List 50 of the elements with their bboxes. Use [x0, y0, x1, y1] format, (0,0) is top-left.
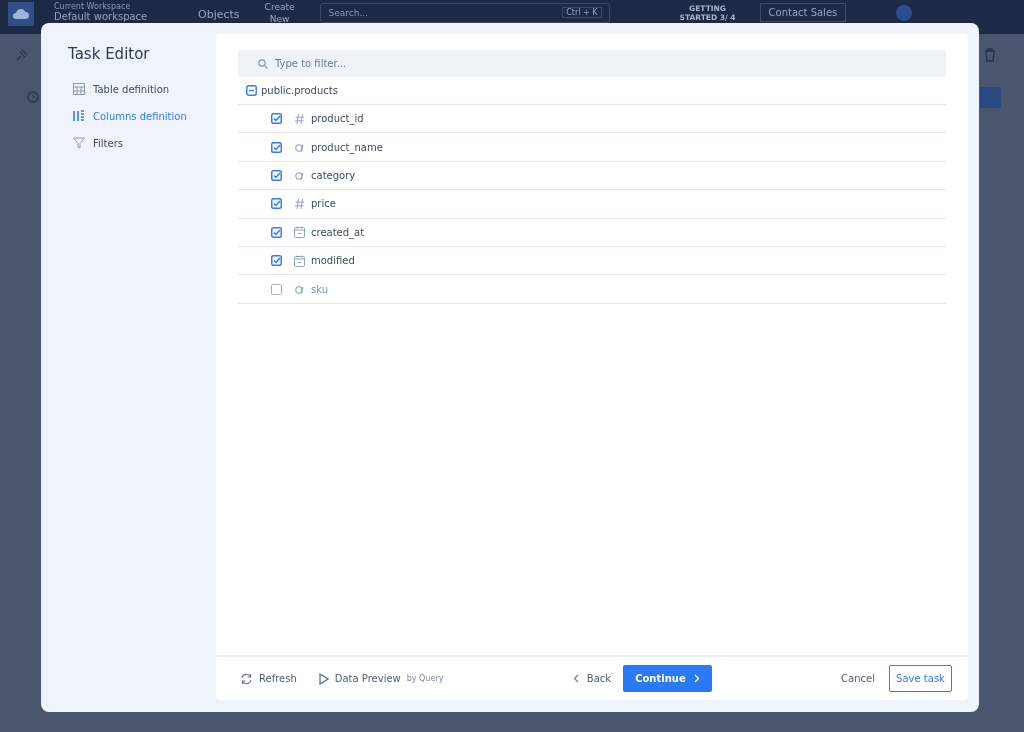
hash-icon	[294, 112, 305, 125]
column-name: created_at	[311, 226, 365, 238]
checkbox[interactable]	[271, 113, 282, 125]
table-name: public.products	[261, 85, 338, 96]
column-name: product_name	[311, 141, 383, 153]
step-item[interactable]: Columns definition	[73, 110, 216, 122]
column-name: modified	[311, 255, 355, 267]
checkbox[interactable]	[271, 255, 282, 267]
play-icon	[318, 672, 329, 685]
step-item[interactable]: Table definition	[73, 83, 216, 95]
column-name: category	[311, 169, 356, 181]
column-name: sku	[311, 283, 329, 295]
chevron-left-icon	[572, 674, 579, 683]
dialog-title: Task Editor	[68, 45, 151, 63]
search-icon	[258, 59, 268, 69]
filter-field[interactable]: Type to filter...	[238, 50, 946, 77]
calendar-icon	[294, 254, 305, 267]
checkbox[interactable]	[271, 141, 282, 153]
table-icon	[73, 83, 85, 95]
continue-button[interactable]: Continue	[623, 665, 712, 692]
checkbox[interactable]	[271, 169, 282, 181]
letter-a-icon	[294, 170, 305, 181]
trash-icon	[984, 48, 996, 62]
objects-menu[interactable]: Objects	[184, 0, 240, 21]
clock-icon	[27, 91, 39, 103]
hash-icon	[294, 197, 305, 210]
refresh-icon	[240, 672, 253, 685]
contact-sales-button[interactable]: Contact Sales	[759, 3, 847, 22]
create-new-button[interactable]: Create New	[259, 0, 300, 25]
columns-icon	[73, 110, 85, 122]
calendar-icon	[294, 226, 305, 239]
column-name: product_id	[311, 113, 364, 125]
refresh-button[interactable]: Refresh	[240, 672, 297, 685]
letter-a-icon	[294, 284, 305, 295]
chevron-right-icon	[693, 674, 700, 683]
filter-icon	[73, 137, 85, 149]
workspace-selector[interactable]: Current Workspace Default workspace	[54, 0, 164, 23]
letter-a-icon	[294, 142, 305, 153]
checkbox[interactable]	[271, 226, 282, 238]
data-preview-button[interactable]: Data Preview by Query	[318, 672, 444, 685]
back-button[interactable]: Back	[572, 673, 612, 684]
checkbox[interactable]	[271, 283, 282, 295]
cloud-logo-icon[interactable]	[8, 2, 34, 26]
cancel-button[interactable]: Cancel	[841, 673, 875, 684]
step-item[interactable]: Filters	[73, 137, 216, 149]
collapse-icon[interactable]	[246, 85, 257, 96]
column-name: price	[311, 198, 336, 210]
checkbox[interactable]	[271, 198, 282, 210]
save-task-button[interactable]: Save task	[889, 665, 952, 692]
shortcut-hint: Ctrl + K	[562, 7, 602, 18]
